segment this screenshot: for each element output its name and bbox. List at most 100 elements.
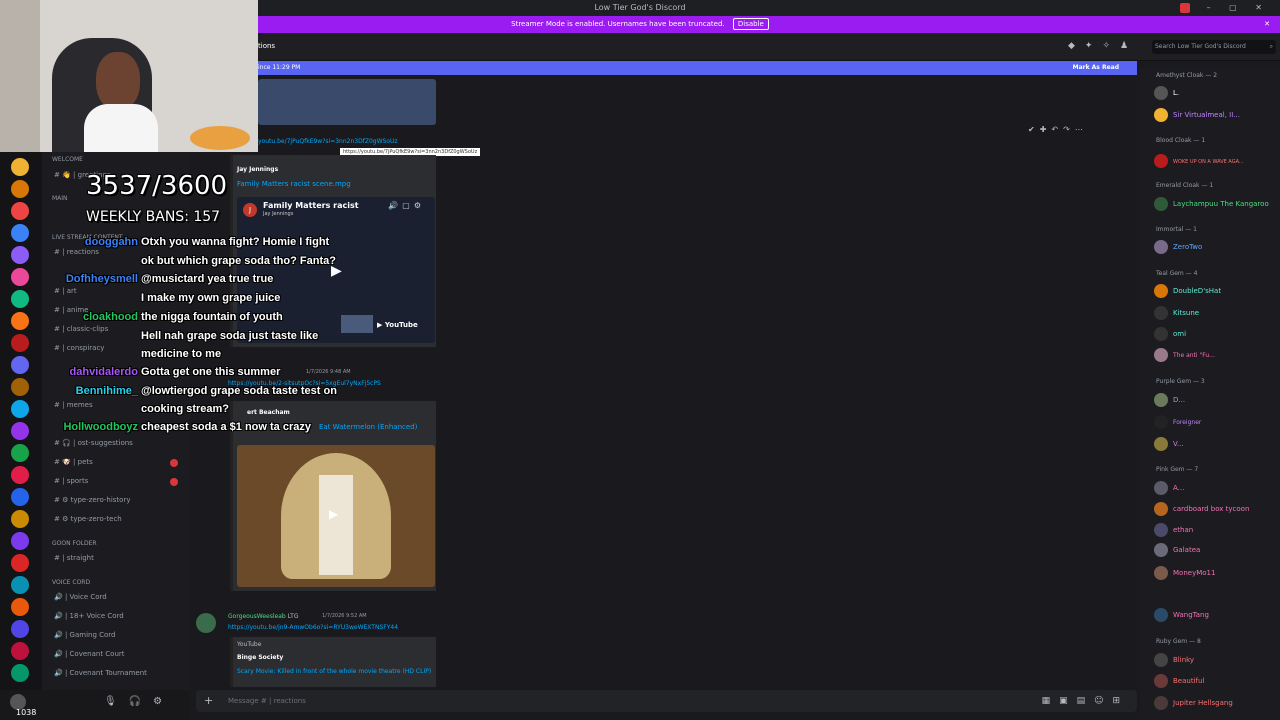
message-link[interactable]: https://youtu.be/jn9-AmwOb6o?si=RYU3weWE… [228, 624, 398, 631]
channel-type-zero-history[interactable]: # ⚙ type-zero-history [54, 496, 130, 504]
message-username[interactable]: GorgeousWeesleab LTG [228, 613, 298, 620]
header-toolbar-icons[interactable]: ◆✦✧♟ [1068, 41, 1138, 51]
stream-chat-line: Hollwoodboyz cheapest soda a $1 now ta cr… [58, 421, 311, 433]
server-icon[interactable] [11, 202, 29, 220]
server-icon[interactable] [11, 664, 29, 682]
play-icon[interactable]: ▶ [329, 507, 338, 521]
user-tag: LTG [287, 613, 299, 620]
embed-title[interactable]: Scary Movie: Killed in front of the whol… [237, 668, 437, 675]
youtube-logo: ▶ YouTube [377, 321, 418, 329]
member-item[interactable]: Beautiful [1154, 674, 1204, 688]
channel-pets[interactable]: # 🐶 | pets [54, 458, 93, 466]
server-icon[interactable] [11, 554, 29, 572]
member-item[interactable]: ethan [1154, 523, 1193, 537]
close-banner-icon[interactable]: ✕ [1264, 16, 1270, 33]
member-item[interactable]: Blinky [1154, 653, 1194, 667]
member-item[interactable]: Laychampuu The Kangaroo [1154, 197, 1269, 211]
member-item[interactable]: cardboard box tycoon [1154, 502, 1249, 516]
window-controls[interactable]: – ▢ ✕ [1207, 0, 1270, 16]
video-settings-icon[interactable]: 🔊▢⚙ [388, 201, 425, 210]
member-name: L. [1173, 89, 1180, 97]
member-item[interactable]: V... [1154, 437, 1184, 451]
voice-channel[interactable]: 🔊 | Covenant Tournament [54, 669, 147, 677]
member-item[interactable]: A... [1154, 481, 1184, 495]
channel-category[interactable]: GOON FOLDER [52, 540, 97, 547]
new-messages-bar[interactable]: ince 11:29 PM Mark As Read [250, 61, 1137, 75]
channel-category[interactable]: VOICE CORD [52, 579, 90, 586]
weekly-bans-counter: WEEKLY BANS: 157 [86, 209, 221, 225]
server-icon[interactable] [11, 356, 29, 374]
stream-chat-msg: medicine to me [141, 348, 222, 360]
member-item[interactable]: The anti "Fu... [1154, 348, 1215, 362]
server-icon[interactable] [11, 158, 29, 176]
server-icon[interactable] [11, 444, 29, 462]
voice-channel[interactable]: 🔊 | Covenant Court [54, 650, 125, 658]
member-item[interactable]: ZeroTwo [1154, 240, 1202, 254]
inbox-icon[interactable] [1180, 3, 1190, 13]
stream-chat-user: Hollwoodboyz [63, 421, 138, 433]
member-item[interactable]: Sir Virtualmeal, II... [1154, 108, 1240, 122]
disable-streamer-button[interactable]: Disable [732, 18, 769, 30]
member-name: MoneyMo11 [1173, 569, 1216, 577]
embed-author[interactable]: Jay Jennings [237, 166, 278, 173]
member-name: Galatea [1173, 546, 1201, 554]
message-composer[interactable]: + Message # | reactions ▦▣▤☺⊞ [196, 690, 1137, 712]
member-item[interactable]: L. [1154, 86, 1179, 100]
channel-category[interactable]: WELCOME [52, 156, 83, 163]
server-icon[interactable] [11, 224, 29, 242]
member-item[interactable]: DoubleD'sHat [1154, 284, 1221, 298]
server-icon[interactable] [11, 598, 29, 616]
server-icon[interactable] [11, 510, 29, 528]
server-icon[interactable] [11, 576, 29, 594]
member-item[interactable]: Kitsune [1154, 306, 1199, 320]
channel-label: 18+ Voice Cord [69, 612, 124, 620]
voice-channel[interactable]: 🔊 | 18+ Voice Cord [54, 612, 124, 620]
server-icon[interactable] [11, 312, 29, 330]
member-item[interactable]: D... [1154, 393, 1185, 407]
message-link[interactable]: youtu.be/7jPuQfkE9w?si=3nn2n3DfZ0gWSoUz [258, 138, 398, 145]
member-item[interactable]: omi [1154, 327, 1186, 341]
user-avatar[interactable] [196, 613, 216, 633]
user-controls-icons[interactable]: 🎙🎧⚙ [104, 696, 174, 707]
server-icon[interactable] [11, 422, 29, 440]
server-icon[interactable] [11, 180, 29, 198]
server-icon[interactable] [11, 466, 29, 484]
channel-type-zero-tech[interactable]: # ⚙ type-zero-tech [54, 515, 122, 523]
member-item[interactable]: MoneyMo11 [1154, 566, 1215, 580]
member-item[interactable]: Galatea [1154, 543, 1200, 557]
channel-ost-suggestions[interactable]: # 🎧 | ost-suggestions [54, 439, 133, 447]
stream-chat-line: cooking stream? [58, 403, 229, 415]
video-thumbnail[interactable]: ▶ [237, 445, 435, 587]
server-icon[interactable] [11, 378, 29, 396]
voice-channel[interactable]: 🔊 | Gaming Cord [54, 631, 115, 639]
server-icon[interactable] [11, 400, 29, 418]
youtube-label: YouTube [384, 321, 418, 329]
member-item[interactable]: WOKE UP ON A WAVE AGA... [1154, 154, 1244, 168]
server-icon[interactable] [11, 642, 29, 660]
member-item[interactable]: Jupiter Hellsgang [1154, 696, 1233, 710]
image-attachment[interactable] [258, 79, 436, 125]
channel-label: straight [66, 554, 94, 562]
member-avatar [1154, 523, 1168, 537]
embed-author[interactable]: Binge Society [237, 654, 283, 661]
mark-as-read-button[interactable]: Mark As Read [1073, 61, 1119, 75]
stream-chat-user: dooggahn [84, 236, 138, 248]
server-icon[interactable] [11, 246, 29, 264]
server-icon[interactable] [11, 488, 29, 506]
channel-straight[interactable]: # | straight [54, 554, 94, 562]
server-icon[interactable] [11, 532, 29, 550]
member-item[interactable]: Foreigner [1154, 415, 1201, 429]
composer-tool-icons[interactable]: ▦▣▤☺⊞ [1042, 690, 1129, 712]
server-icon[interactable] [11, 620, 29, 638]
search-input[interactable]: Search Low Tier God's Discord ⌕ [1152, 40, 1276, 54]
voice-channel[interactable]: 🔊 | Voice Cord [54, 593, 107, 601]
unread-badge [170, 478, 178, 486]
channel-sports[interactable]: # | sports [54, 477, 88, 485]
server-icon[interactable] [11, 268, 29, 286]
message-actions-icons[interactable]: ✔✚↶↷⋯ [1028, 125, 1088, 134]
add-attachment-icon[interactable]: + [204, 690, 213, 712]
stream-chat-line: cloakhood the nigga fountain of youth [58, 311, 283, 323]
server-icon[interactable] [11, 334, 29, 352]
server-icon[interactable] [11, 290, 29, 308]
member-item[interactable]: WangTang [1154, 608, 1209, 622]
